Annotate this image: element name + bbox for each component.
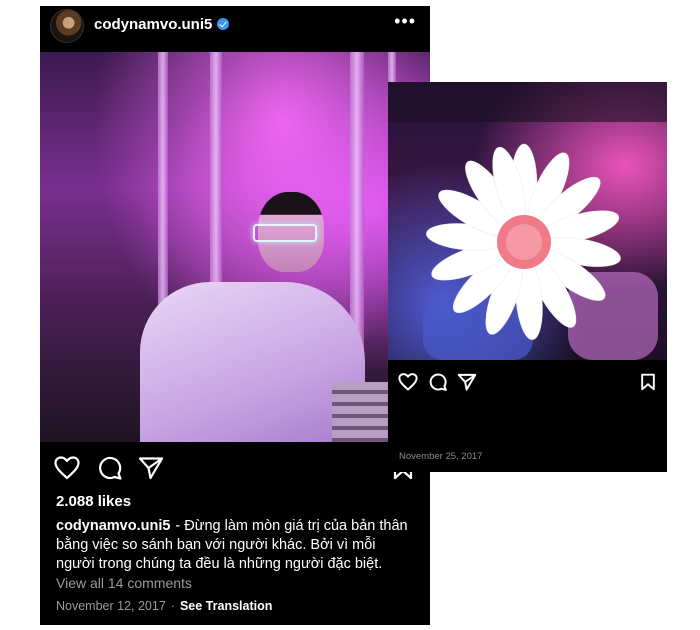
post-date: November 25, 2017 xyxy=(399,451,483,462)
username-text: codynamvo.uni5 xyxy=(94,16,213,33)
post-footer: November 12, 2017 · See Translation xyxy=(56,599,272,613)
instagram-post-left: codynamvo.uni5 ••• 2.088 likes codynamvo… xyxy=(40,6,430,625)
share-icon[interactable] xyxy=(138,456,164,480)
more-options-icon[interactable]: ••• xyxy=(394,11,416,32)
comment-icon[interactable] xyxy=(428,373,448,391)
post-date: November 12, 2017 xyxy=(56,599,166,613)
see-translation-link[interactable]: See Translation xyxy=(180,599,272,613)
avatar[interactable] xyxy=(50,9,84,43)
verified-badge-icon xyxy=(217,18,230,30)
share-icon[interactable] xyxy=(457,373,477,391)
heart-icon[interactable] xyxy=(398,373,418,391)
heart-icon[interactable] xyxy=(54,456,80,480)
post-photo[interactable] xyxy=(40,52,430,442)
action-bar xyxy=(388,370,667,396)
action-bar xyxy=(40,452,430,486)
view-comments-link[interactable]: View all 14 comments xyxy=(56,575,192,591)
likes-count[interactable]: 2.088 likes xyxy=(56,493,131,510)
caption-username[interactable]: codynamvo.uni5 xyxy=(56,518,170,534)
pillar-decoration xyxy=(350,52,364,352)
photo-scene xyxy=(388,82,667,360)
post-header: codynamvo.uni5 ••• xyxy=(40,6,430,52)
glasses xyxy=(253,224,317,242)
caption: codynamvo.uni5- Đừng làm mòn giá trị của… xyxy=(56,517,418,574)
post-photo[interactable] xyxy=(388,82,667,360)
username-link[interactable]: codynamvo.uni5 xyxy=(94,16,230,33)
comment-icon[interactable] xyxy=(97,456,123,480)
separator-dot: · xyxy=(170,599,175,613)
bookmark-icon[interactable] xyxy=(640,373,656,391)
instagram-post-right: November 25, 2017 xyxy=(388,82,667,472)
